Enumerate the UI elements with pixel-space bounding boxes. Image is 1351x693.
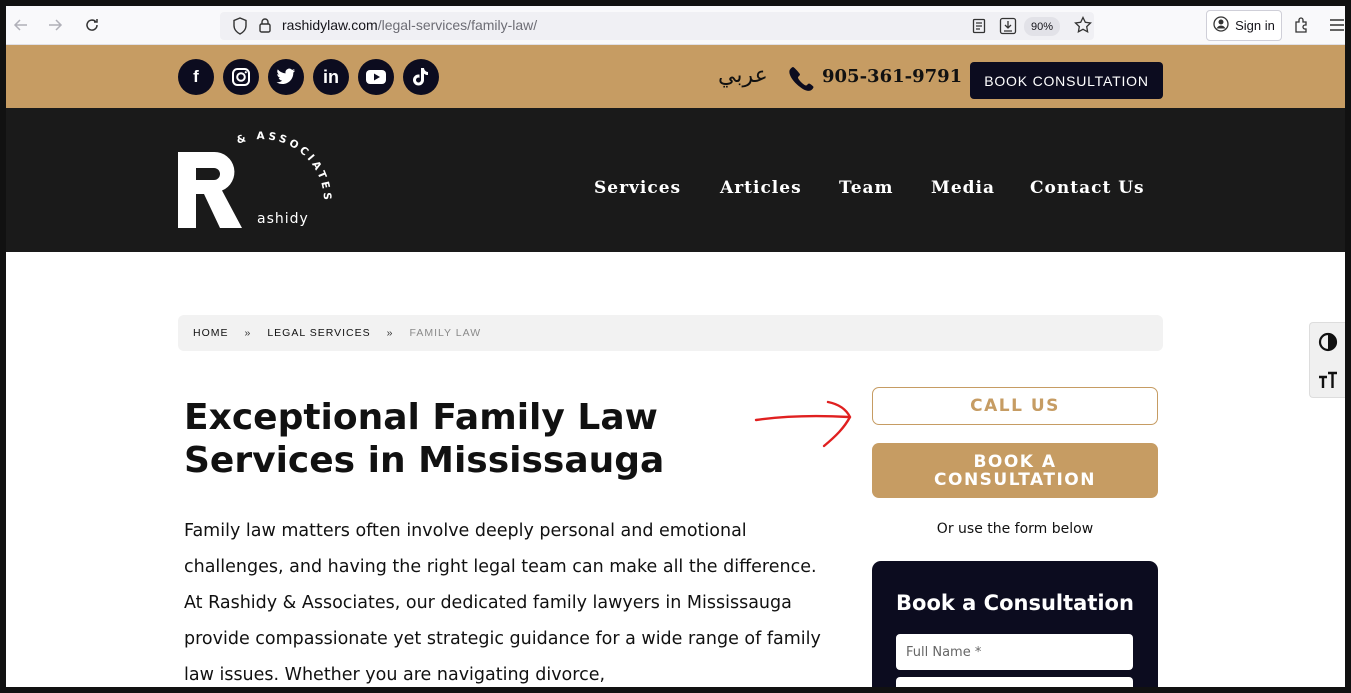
account-icon [1213, 16, 1229, 35]
youtube-icon[interactable] [358, 59, 394, 95]
instagram-icon[interactable] [223, 59, 259, 95]
page-title-line-2: Services in Mississauga [184, 440, 665, 481]
url-text: rashidylaw.com/legal-services/family-law… [282, 17, 537, 33]
text-size-icon[interactable] [1310, 361, 1345, 399]
url-path: /legal-services/family-law/ [377, 17, 538, 33]
logo-name-text: ashidy [257, 211, 309, 227]
rashidy-logo[interactable]: & ASSOCIATES ashidy [176, 130, 330, 230]
accessibility-widget [1309, 322, 1345, 398]
nav-services[interactable]: Services [594, 178, 681, 198]
phone-number-link[interactable]: 905-361-9791 [822, 66, 962, 87]
page-title: Exceptional Family Law Services in Missi… [184, 396, 784, 482]
breadcrumb-home[interactable]: HOME [193, 327, 229, 339]
svg-text:& ASSOCIATES: & ASSOCIATES [235, 130, 333, 203]
sign-in-label: Sign in [1235, 18, 1275, 33]
breadcrumb-current: FAMILY LAW [409, 327, 482, 339]
nav-team[interactable]: Team [839, 178, 894, 198]
nav-contact-us[interactable]: Contact Us [1030, 178, 1145, 198]
contact-topbar: f in عربي 905-361-9791 BOOK CONSULTATION [6, 45, 1345, 108]
twitter-icon[interactable] [268, 59, 304, 95]
facebook-icon[interactable]: f [178, 59, 214, 95]
browser-toolbar: rashidylaw.com/legal-services/family-law… [6, 6, 1345, 45]
contrast-toggle-icon[interactable] [1310, 323, 1345, 361]
breadcrumb-separator: » [386, 327, 394, 339]
lock-icon[interactable] [258, 17, 272, 37]
phone-icon[interactable] [786, 65, 814, 93]
page-title-line-1: Exceptional Family Law [184, 397, 658, 438]
bookmark-star-icon[interactable] [1074, 15, 1092, 38]
intro-paragraph: Family law matters often involve deeply … [184, 521, 821, 685]
browser-window: rashidylaw.com/legal-services/family-law… [0, 0, 1351, 693]
zoom-level[interactable]: 90% [1024, 17, 1060, 36]
extensions-icon[interactable] [1291, 14, 1313, 36]
form-title: Book a Consultation [896, 591, 1134, 615]
main-navbar: & ASSOCIATES ashidy Services Articles Te… [6, 108, 1345, 252]
menu-icon[interactable] [1326, 14, 1345, 36]
consultation-form: Book a Consultation [872, 561, 1158, 687]
call-us-button[interactable]: CALL US [872, 387, 1158, 425]
logo-arc-text: & ASSOCIATES [235, 130, 330, 203]
breadcrumb: HOME » LEGAL SERVICES » FAMILY LAW [178, 315, 1163, 351]
nav-media[interactable]: Media [931, 178, 995, 198]
book-consultation-top-button[interactable]: BOOK CONSULTATION [970, 62, 1163, 99]
full-name-input[interactable] [896, 634, 1133, 670]
breadcrumb-separator: » [244, 327, 252, 339]
email-input[interactable] [896, 677, 1133, 687]
reload-icon[interactable] [81, 14, 103, 36]
download-icon[interactable] [999, 17, 1017, 39]
reader-view-icon[interactable] [972, 18, 986, 38]
shield-icon[interactable] [232, 17, 248, 39]
linkedin-icon[interactable]: in [313, 59, 349, 95]
breadcrumb-legal-services[interactable]: LEGAL SERVICES [267, 327, 370, 339]
back-icon[interactable] [10, 14, 32, 36]
url-host: rashidylaw.com [282, 17, 378, 33]
form-hint-text: Or use the form below [936, 521, 1094, 537]
book-a-consultation-button[interactable]: BOOK A CONSULTATION [872, 443, 1158, 498]
arabic-language-link[interactable]: عربي [718, 63, 768, 88]
forward-icon[interactable] [44, 14, 66, 36]
sign-in-button[interactable]: Sign in [1206, 10, 1282, 41]
nav-articles[interactable]: Articles [720, 178, 802, 198]
tiktok-icon[interactable] [403, 59, 439, 95]
red-annotation-arrow-icon [754, 400, 852, 448]
url-bar[interactable]: rashidylaw.com/legal-services/family-law… [220, 12, 1094, 40]
